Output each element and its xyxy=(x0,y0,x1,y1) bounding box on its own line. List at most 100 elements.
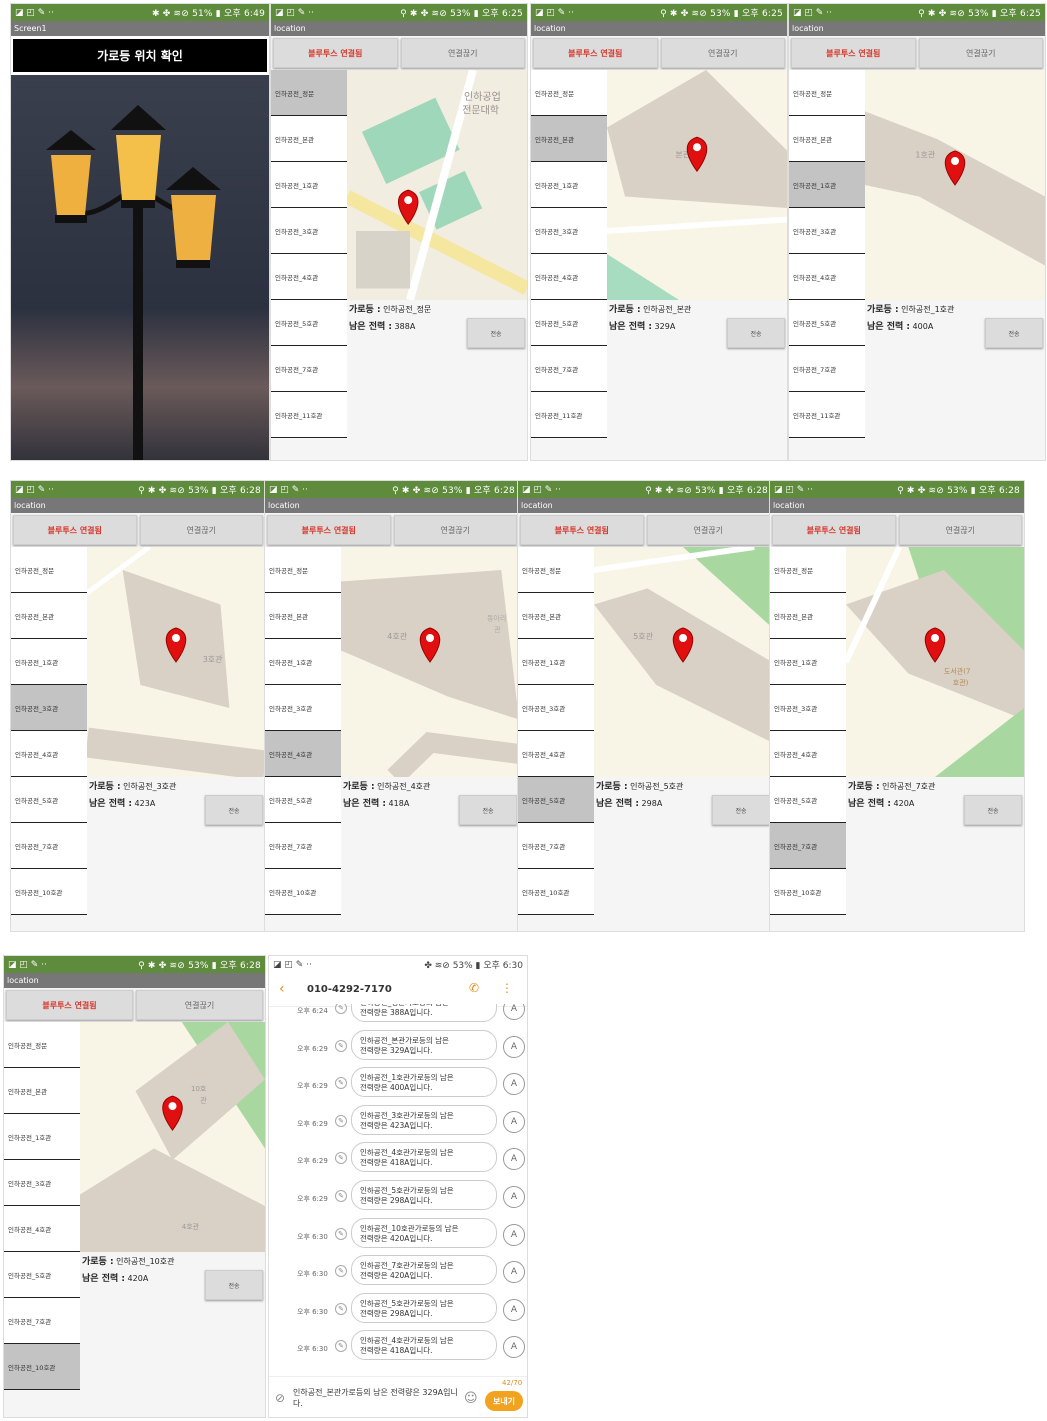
send-button[interactable]: 전송 xyxy=(459,795,517,825)
disconnect-button[interactable]: 연결끊기 xyxy=(660,38,785,68)
chat-message[interactable]: 오후 6:24 ✎ 인하공전_정문가로등의 남은전력량은 388A입니다. A xyxy=(269,1004,527,1028)
bluetooth-connect-button[interactable]: 블루투스 연결됨 xyxy=(6,990,133,1020)
bluetooth-connect-button[interactable]: 블루투스 연결됨 xyxy=(273,38,398,68)
list-item[interactable]: 인하공전_본관 xyxy=(518,593,594,639)
attach-icon[interactable]: ⊘ xyxy=(275,1391,285,1405)
list-item[interactable]: 인하공전_본관 xyxy=(789,116,865,162)
list-item[interactable]: 인하공전_5호관 xyxy=(4,1252,80,1298)
list-item[interactable]: 인하공전_4호관 xyxy=(531,254,607,300)
list-item[interactable]: 인하공전_7호관 xyxy=(531,346,607,392)
edit-icon[interactable]: ✎ xyxy=(335,1152,347,1165)
list-item[interactable]: 인하공전_5호관 xyxy=(789,300,865,346)
list-item[interactable]: 인하공전_10호관 xyxy=(11,869,87,915)
more-icon[interactable]: ⋮ xyxy=(501,981,513,995)
map-view[interactable]: 10호 관 4호관 xyxy=(80,1022,265,1252)
edit-icon[interactable]: ✎ xyxy=(335,1340,347,1353)
disconnect-button[interactable]: 연결끊기 xyxy=(646,515,770,545)
translate-icon[interactable]: A xyxy=(503,1110,525,1133)
list-item[interactable]: 인하공전_10호관 xyxy=(265,869,341,915)
list-item[interactable]: 인하공전_본관 xyxy=(265,593,341,639)
bluetooth-connect-button[interactable]: 블루투스 연결됨 xyxy=(772,515,896,545)
list-item[interactable]: 인하공전_7호관 xyxy=(789,346,865,392)
list-item[interactable]: 인하공전_11호관 xyxy=(789,392,865,438)
translate-icon[interactable]: A xyxy=(503,1004,525,1020)
list-item[interactable]: 인하공전_3호관 xyxy=(4,1160,80,1206)
list-item[interactable]: 인하공전_1호관 xyxy=(265,639,341,685)
list-item[interactable]: 인하공전_4호관 xyxy=(265,731,341,777)
list-item[interactable]: 인하공전_4호관 xyxy=(518,731,594,777)
list-item[interactable]: 인하공전_3호관 xyxy=(770,685,846,731)
bluetooth-connect-button[interactable]: 블루투스 연결됨 xyxy=(520,515,644,545)
list-item[interactable]: 인하공전_3호관 xyxy=(265,685,341,731)
list-item[interactable]: 인하공전_5호관 xyxy=(770,777,846,823)
translate-icon[interactable]: A xyxy=(503,1035,525,1058)
translate-icon[interactable]: A xyxy=(503,1298,525,1321)
send-button[interactable]: 전송 xyxy=(727,318,785,348)
list-item[interactable]: 인하공전_1호관 xyxy=(531,162,607,208)
translate-icon[interactable]: A xyxy=(503,1336,525,1359)
list-item[interactable]: 인하공전_4호관 xyxy=(271,254,347,300)
list-item[interactable]: 인하공전_7호관 xyxy=(271,346,347,392)
edit-icon[interactable]: ✎ xyxy=(335,1265,347,1278)
list-item[interactable]: 인하공전_10호관 xyxy=(770,869,846,915)
map-view[interactable]: 5호관 xyxy=(594,547,772,777)
chat-message[interactable]: 오후 6:29 ✎ 인하공전_본관가로등의 남은 전력량은 329A입니다. A xyxy=(269,1029,527,1066)
list-item[interactable]: 인하공전_4호관 xyxy=(4,1206,80,1252)
list-item[interactable]: 인하공전_5호관 xyxy=(518,777,594,823)
list-item[interactable]: 인하공전_본관 xyxy=(770,593,846,639)
message-input[interactable]: 인하공전_본관가로등의 남은 전력량은 329A입니다. xyxy=(293,1387,463,1409)
map-view[interactable]: 도서관(7 호관) xyxy=(846,547,1024,777)
list-item[interactable]: 인하공전_4호관 xyxy=(11,731,87,777)
list-item[interactable]: 인하공전_5호관 xyxy=(531,300,607,346)
edit-icon[interactable]: ✎ xyxy=(335,1039,347,1052)
list-item[interactable]: 인하공전_10호관 xyxy=(518,869,594,915)
send-button[interactable]: 전송 xyxy=(712,795,770,825)
chat-message[interactable]: 오후 6:29 ✎ 인하공전_5호관가로등의 남은 전력량은 298A입니다. A xyxy=(269,1180,527,1216)
disconnect-button[interactable]: 연결끊기 xyxy=(393,515,517,545)
disconnect-button[interactable]: 연결끊기 xyxy=(898,515,1022,545)
chat-message[interactable]: 오후 6:29 ✎ 인하공전_3호관가로등의 남은 전력량은 423A입니다. A xyxy=(269,1104,527,1141)
list-item[interactable]: 인하공전_5호관 xyxy=(271,300,347,346)
list-item[interactable]: 인하공전_7호관 xyxy=(4,1298,80,1344)
list-item[interactable]: 인하공전_1호관 xyxy=(518,639,594,685)
call-icon[interactable]: ✆ xyxy=(469,981,479,995)
emoji-icon[interactable]: ☺ xyxy=(464,1391,478,1406)
list-item[interactable]: 인하공전_10호관 xyxy=(4,1344,80,1390)
list-item[interactable]: 인하공전_5호관 xyxy=(11,777,87,823)
edit-icon[interactable]: ✎ xyxy=(335,1004,347,1014)
list-item[interactable]: 인하공전_정문 xyxy=(265,547,341,593)
list-item[interactable]: 인하공전_정문 xyxy=(518,547,594,593)
list-item[interactable]: 인하공전_11호관 xyxy=(271,392,347,438)
map-view[interactable]: 3호관 xyxy=(87,547,265,777)
map-view[interactable]: 본관 xyxy=(607,70,787,300)
list-item[interactable]: 인하공전_4호관 xyxy=(770,731,846,777)
chat-message[interactable]: 오후 6:30 ✎ 인하공전_10호관가로등의 남은 전력량은 420A입니다. A xyxy=(269,1217,527,1254)
disconnect-button[interactable]: 연결끊기 xyxy=(918,38,1043,68)
map-view[interactable]: 인하공업 전문대학 xyxy=(347,70,527,300)
list-item[interactable]: 인하공전_1호관 xyxy=(271,162,347,208)
chat-message[interactable]: 오후 6:29 ✎ 인하공전_1호관가로등의 남은 전력량은 400A입니다. A xyxy=(269,1067,527,1103)
list-item[interactable]: 인하공전_7호관 xyxy=(770,823,846,869)
list-item[interactable]: 인하공전_본관 xyxy=(271,116,347,162)
list-item[interactable]: 인하공전_정문 xyxy=(531,70,607,116)
header-button[interactable]: 가로등 위치 확인 xyxy=(13,39,267,72)
send-button[interactable]: 전송 xyxy=(467,318,525,348)
list-item[interactable]: 인하공전_3호관 xyxy=(518,685,594,731)
list-item[interactable]: 인하공전_11호관 xyxy=(531,392,607,438)
list-item[interactable]: 인하공전_1호관 xyxy=(789,162,865,208)
list-item[interactable]: 인하공전_3호관 xyxy=(271,208,347,254)
edit-icon[interactable]: ✎ xyxy=(335,1190,347,1202)
edit-icon[interactable]: ✎ xyxy=(335,1077,347,1090)
translate-icon[interactable]: A xyxy=(503,1073,525,1096)
send-button[interactable]: 전송 xyxy=(985,318,1043,348)
bluetooth-connect-button[interactable]: 블루투스 연결됨 xyxy=(13,515,137,545)
map-view[interactable]: 4호관 동아리 관 xyxy=(341,547,519,777)
edit-icon[interactable]: ✎ xyxy=(335,1114,347,1127)
disconnect-button[interactable]: 연결끊기 xyxy=(139,515,263,545)
chat-message[interactable]: 오후 6:30 ✎ 인하공전_4호관가로등의 남은 전력량은 418A입니다. A xyxy=(269,1330,527,1366)
list-item[interactable]: 인하공전_7호관 xyxy=(11,823,87,869)
chat-message[interactable]: 오후 6:30 ✎ 인하공전_5호관가로등의 남은 전력량은 298A입니다. A xyxy=(269,1292,527,1329)
list-item[interactable]: 인하공전_본관 xyxy=(11,593,87,639)
bluetooth-connect-button[interactable]: 블루투스 연결됨 xyxy=(791,38,916,68)
map-view[interactable]: 1호관 xyxy=(865,70,1045,300)
